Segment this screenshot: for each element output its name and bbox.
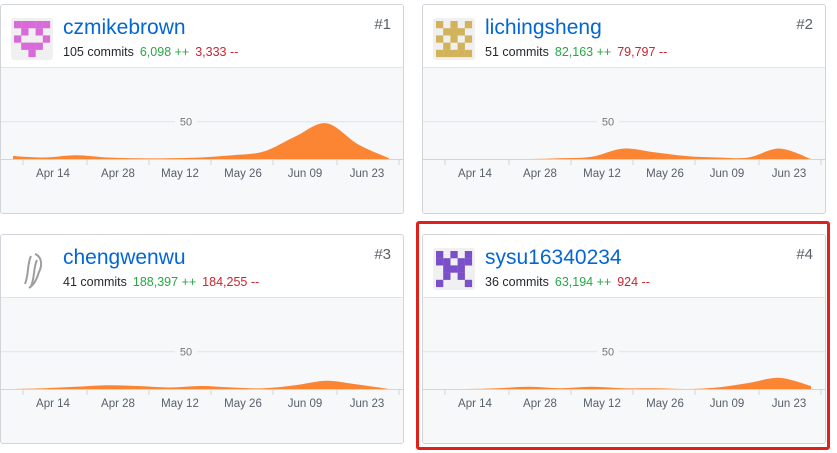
avatar[interactable] (433, 248, 475, 290)
contribution-area (435, 377, 811, 389)
x-tick-label: Jun 09 (710, 398, 745, 410)
y-tick-label: 50 (180, 347, 192, 359)
x-tick-label: May 26 (224, 398, 262, 410)
identicon-icon (14, 21, 51, 58)
x-tick-label: May 12 (583, 398, 621, 410)
contributor-header: lichingsheng 51 commits 82,163 ++ 79,797 -… (423, 5, 825, 68)
rank-label: #3 (374, 246, 391, 263)
contributor-username-link[interactable]: chengwenwu (63, 246, 186, 270)
x-tick-label: Apr 14 (458, 168, 492, 180)
x-tick-label: Apr 28 (101, 398, 135, 410)
y-tick-label: 50 (602, 117, 614, 129)
identicon-icon (436, 251, 473, 288)
rank-label: #2 (796, 16, 813, 33)
avatar[interactable] (433, 18, 475, 60)
y-tick-label: 50 (602, 347, 614, 359)
contributor-card: sysu16340234 36 commits 63,194 ++ 924 -- #… (422, 234, 826, 444)
deletions-count: 184,255 -- (202, 275, 260, 289)
contributor-stats: 41 commits 188,397 ++ 184,255 -- (63, 275, 259, 289)
deletions-count: 3,333 -- (195, 45, 239, 59)
x-tick-label: May 26 (646, 168, 684, 180)
contributor-header: sysu16340234 36 commits 63,194 ++ 924 -- #… (423, 235, 825, 298)
contribution-area-chart: 50 Apr 14 Apr 28 May 12 May 26 Jun 09 Jun 23 (423, 114, 825, 180)
x-tick-label: Jun 23 (772, 168, 807, 180)
x-tick-label: Apr 28 (101, 168, 135, 180)
identicon-icon (436, 21, 473, 58)
x-tick-label: May 12 (583, 168, 621, 180)
deletions-count: 79,797 -- (617, 45, 668, 59)
commit-count: 105 commits (63, 45, 134, 59)
x-tick-label: May 12 (161, 168, 199, 180)
additions-count: 82,163 ++ (554, 45, 612, 59)
x-tick-label: Apr 14 (36, 398, 70, 410)
contributor-stats: 105 commits 6,098 ++ 3,333 -- (63, 45, 238, 59)
contributor-stats: 36 commits 63,194 ++ 924 -- (485, 275, 650, 289)
contributor-card: czmikebrown 105 commits 6,098 ++ 3,333 -- … (0, 4, 404, 214)
contributor-card: chengwenwu 41 commits 188,397 ++ 184,255 -… (0, 234, 404, 444)
contribution-area-chart: 50 Apr 14 Apr 28 May 12 May 26 Jun 09 Jun 23 (423, 344, 825, 410)
commit-count: 36 commits (485, 275, 549, 289)
contribution-area (13, 380, 389, 389)
x-tick-label: May 12 (161, 398, 199, 410)
x-tick-label: Jun 23 (350, 398, 385, 410)
contributor-stats: 51 commits 82,163 ++ 79,797 -- (485, 45, 667, 59)
contributor-username-link[interactable]: lichingsheng (485, 16, 602, 40)
x-tick-label: Apr 28 (523, 168, 557, 180)
deletions-count: 924 -- (617, 275, 650, 289)
contribution-area-chart: 50 Apr 14 Apr 28 May 12 May 26 Jun 09 Jun 23 (1, 344, 403, 410)
rank-label: #4 (796, 246, 813, 263)
x-tick-label: May 26 (224, 168, 262, 180)
additions-count: 188,397 ++ (132, 275, 197, 289)
sketch-avatar-icon (11, 248, 53, 290)
x-tick-label: May 26 (646, 398, 684, 410)
commit-count: 41 commits (63, 275, 127, 289)
x-tick-label: Apr 28 (523, 398, 557, 410)
y-tick-label: 50 (180, 117, 192, 129)
contribution-area (435, 148, 811, 159)
x-tick-label: Jun 09 (710, 168, 745, 180)
additions-count: 6,098 ++ (139, 45, 190, 59)
contributor-card: lichingsheng 51 commits 82,163 ++ 79,797 -… (422, 4, 826, 214)
contributor-header: chengwenwu 41 commits 188,397 ++ 184,255 -… (1, 235, 403, 298)
x-tick-label: Apr 14 (458, 398, 492, 410)
avatar[interactable] (11, 248, 53, 290)
contributor-username-link[interactable]: czmikebrown (63, 16, 186, 40)
additions-count: 63,194 ++ (554, 275, 612, 289)
contribution-area-chart: 50 Apr 14 Apr 28 May 12 May 26 Jun 09 Jun 23 (1, 114, 403, 180)
x-tick-label: Jun 09 (288, 398, 323, 410)
commit-count: 51 commits (485, 45, 549, 59)
contribution-area (13, 123, 389, 159)
rank-label: #1 (374, 16, 391, 33)
avatar[interactable] (11, 18, 53, 60)
x-tick-label: Jun 23 (772, 398, 807, 410)
x-tick-label: Jun 23 (350, 168, 385, 180)
contributor-username-link[interactable]: sysu16340234 (485, 246, 622, 270)
x-tick-label: Jun 09 (288, 168, 323, 180)
contributor-header: czmikebrown 105 commits 6,098 ++ 3,333 -- … (1, 5, 403, 68)
x-tick-label: Apr 14 (36, 168, 70, 180)
